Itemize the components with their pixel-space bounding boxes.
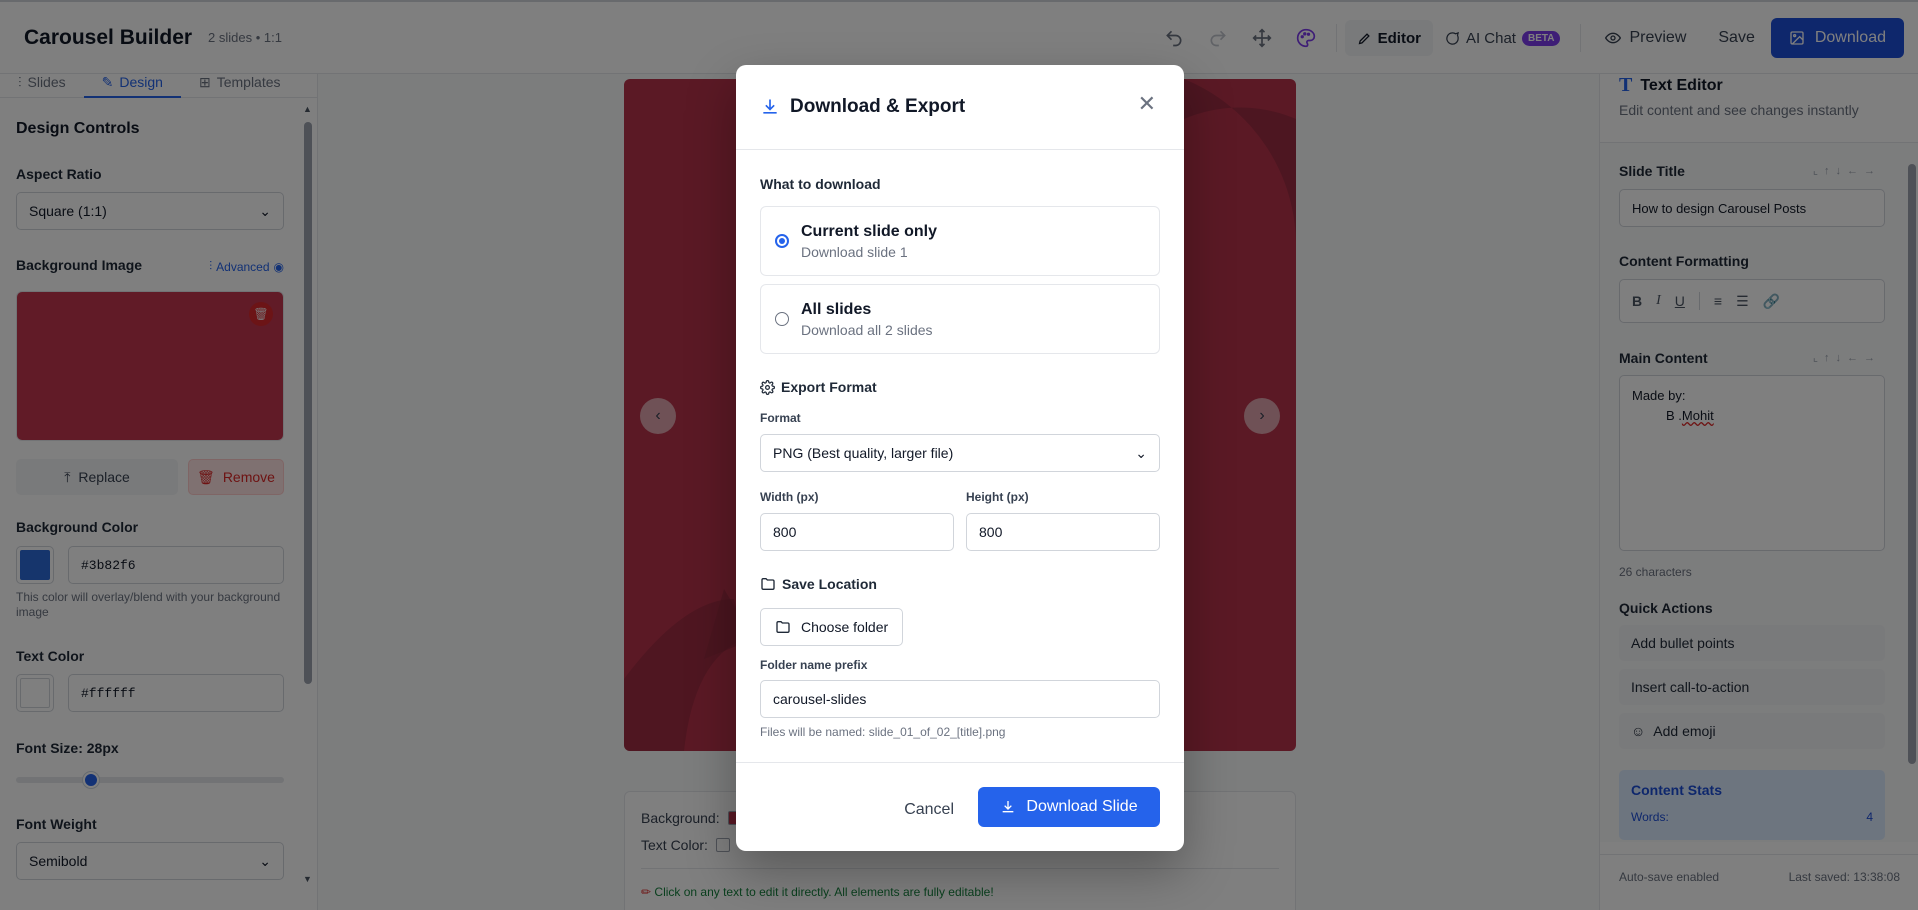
export-format-heading: Export Format — [760, 379, 877, 395]
dialog-title: Download & Export — [790, 96, 966, 117]
width-input[interactable]: 800 — [760, 513, 954, 551]
option-current-slide-title: Current slide only — [801, 222, 938, 240]
folder-icon — [776, 621, 790, 633]
option-current-slide[interactable]: Current slide only Download slide 1 — [760, 206, 1160, 276]
save-location-text: Save Location — [782, 576, 877, 592]
format-label: Format — [760, 411, 801, 425]
close-icon[interactable]: ✕ — [1138, 93, 1156, 115]
download-export-dialog: Download & Export ✕ What to download Cur… — [736, 65, 1184, 851]
gear-icon — [760, 379, 775, 395]
choose-folder-button[interactable]: Choose folder — [760, 608, 904, 646]
download-slide-label: Download Slide — [1026, 798, 1138, 815]
export-format-text: Export Format — [781, 379, 877, 395]
width-label: Width (px) — [760, 490, 819, 504]
prefix-label: Folder name prefix — [760, 658, 868, 672]
radio-current-slide[interactable] — [775, 234, 789, 248]
cancel-button[interactable]: Cancel — [904, 791, 954, 829]
filename-hint: Files will be named: slide_01_of_02_[tit… — [760, 725, 1006, 739]
save-location-heading: Save Location — [760, 576, 877, 592]
download-icon — [1003, 801, 1014, 813]
option-all-slides-title: All slides — [801, 300, 872, 318]
option-all-slides[interactable]: All slides Download all 2 slides — [760, 284, 1160, 354]
chevron-down-icon: ⌄ — [1135, 444, 1147, 461]
download-slide-button[interactable]: Download Slide — [978, 787, 1160, 827]
option-current-slide-sub: Download slide 1 — [801, 243, 908, 260]
format-select[interactable]: PNG (Best quality, larger file) ⌄ — [760, 434, 1160, 472]
dialog-footer: Cancel Download Slide — [736, 762, 1184, 851]
dialog-header: Download & Export ✕ — [736, 65, 1184, 150]
what-to-download-label: What to download — [760, 176, 881, 192]
option-all-slides-sub: Download all 2 slides — [801, 321, 933, 338]
download-icon — [763, 99, 777, 114]
choose-folder-label: Choose folder — [801, 619, 889, 635]
format-value: PNG (Best quality, larger file) — [773, 445, 954, 461]
cancel-label: Cancel — [904, 801, 954, 818]
prefix-input[interactable]: carousel-slides — [760, 680, 1160, 718]
height-label: Height (px) — [966, 490, 1029, 504]
height-input[interactable]: 800 — [966, 513, 1160, 551]
folder-icon — [761, 578, 775, 590]
radio-all-slides[interactable] — [775, 312, 789, 326]
what-to-download-text: What to download — [760, 176, 881, 192]
